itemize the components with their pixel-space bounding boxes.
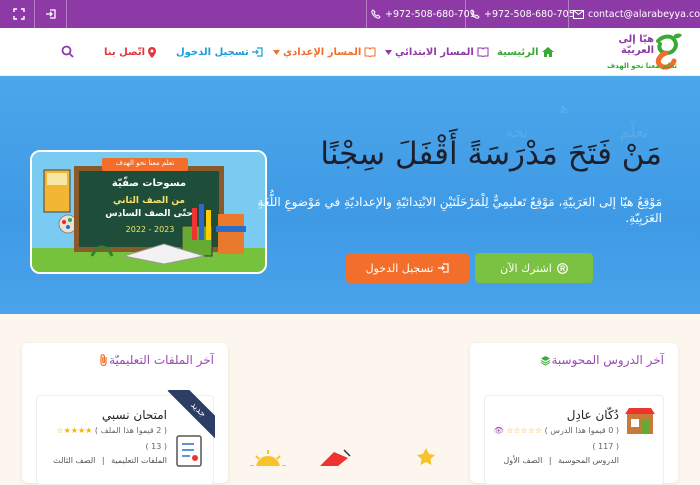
rating-stars-icon: ☆☆☆☆☆ xyxy=(506,426,543,435)
star-illustration xyxy=(417,448,435,465)
board-line-3: حتّى الصف السادس xyxy=(105,209,193,219)
main-header: اتّصل بنا تسجيل الدخول المسار الإعدادي ا… xyxy=(0,28,700,76)
login-icon xyxy=(251,47,263,57)
file-title[interactable]: امتحان نسبي xyxy=(102,408,167,422)
eye-icon: 👁 xyxy=(493,426,504,435)
paperclip-icon xyxy=(100,354,107,366)
background-pattern: ﻫ xyxy=(560,98,569,117)
chevron-down-icon xyxy=(273,49,280,55)
shop-thumbnail xyxy=(625,408,655,434)
logo-slogan: تعلم معنا نحو الهدف xyxy=(607,62,677,70)
hero-login-button-label: تسجيل الدخول xyxy=(365,261,434,275)
file-tag-grade[interactable]: الصف الثالث xyxy=(53,456,95,465)
registered-icon xyxy=(556,262,568,274)
latest-files-panel: آخر الملفات التعليميّة جديد امتحان نسبي … xyxy=(22,343,228,485)
phone-link-1[interactable]: +972-508-680-705 xyxy=(470,0,575,28)
latest-files-title-text: آخر الملفات التعليميّة xyxy=(109,353,214,367)
latest-lessons-title: آخر الدروس المحوسبة xyxy=(535,353,664,367)
login-icon xyxy=(438,263,449,273)
file-views: ( 13 ) xyxy=(145,442,167,451)
subscribe-button-label: اشترك الآن xyxy=(500,261,552,275)
board-tag: تعلم معنا نحو الهدف xyxy=(115,159,175,167)
board-year: 2022 - 2023 xyxy=(125,225,175,234)
phone-icon xyxy=(371,9,381,19)
board-line-2: من الصف الثاني xyxy=(113,196,185,206)
email-link[interactable]: contact@alarabeyya.com xyxy=(573,0,700,28)
file-rating-text: ( 2 قيموا هذا الملف ) xyxy=(94,426,167,435)
email-text: contact@alarabeyya.com xyxy=(588,8,700,20)
logo-name: هيّا إلى العربيّة xyxy=(618,34,654,56)
sun-illustration xyxy=(250,450,286,466)
nav-home-label: الرئيسية xyxy=(497,46,539,58)
top-bar: +972-508-680-701 +972-508-680-705 contac… xyxy=(0,0,700,28)
site-logo[interactable]: هيّا إلى العربيّة تعلم معنا نحو الهدف xyxy=(600,31,690,73)
promo-board-image[interactable]: تعلم معنا نحو الهدف مسوحات صفّيّة من الص… xyxy=(30,150,267,274)
lesson-title[interactable]: دُكّان عادِل xyxy=(567,408,619,422)
phone-icon xyxy=(470,9,480,19)
book-icon xyxy=(364,47,376,57)
document-icon xyxy=(176,435,202,467)
nav-home[interactable]: الرئيسية xyxy=(497,28,554,76)
file-tag-category[interactable]: الملفات التعليمية xyxy=(111,456,167,465)
kite-illustration xyxy=(320,449,351,466)
latest-lessons-title-text: آخر الدروس المحوسبة xyxy=(551,353,664,367)
nav-primary-track[interactable]: المسار الابتدائي xyxy=(385,28,489,76)
phone-text-2: +972-508-680-701 xyxy=(385,8,476,20)
phone-text-1: +972-508-680-705 xyxy=(484,8,575,20)
rating-stars-icon: ★★★★☆ xyxy=(56,426,93,435)
latest-lessons-panel: آخر الدروس المحوسبة دُكّان عادِل ( 0 قيم… xyxy=(470,343,678,485)
hero-title: مَنْ فَتَحَ مَدْرَسَةً أَقْفَلَ سِجْنًا xyxy=(320,136,662,172)
nav-prep-track[interactable]: المسار الإعدادي xyxy=(273,28,376,76)
nav-prep-track-label: المسار الإعدادي xyxy=(283,46,362,58)
file-rating: ( 2 قيموا هذا الملف ) ★★★★☆ xyxy=(56,426,167,435)
board-line-1: مسوحات صفّيّة xyxy=(111,178,187,189)
lesson-tags: الدروس المحوسبة | الصف الأول xyxy=(503,456,619,465)
lesson-rating: ( 0 قيموا هذا الدرس ) ☆☆☆☆☆ 👁 xyxy=(493,426,619,435)
fullscreen-icon[interactable] xyxy=(8,4,30,24)
book-icon xyxy=(477,47,489,57)
nav-contact-label: اتّصل بنا xyxy=(104,46,146,58)
nav-primary-track-label: المسار الابتدائي xyxy=(395,46,474,58)
nav-contact[interactable]: اتّصل بنا xyxy=(104,28,157,76)
map-marker-icon xyxy=(148,46,157,58)
hero-description: مَوْقِعُ هيّا إلى العَرَبيّةِ، مَوْقِعٌ … xyxy=(257,195,663,225)
nav-login[interactable]: تسجيل الدخول xyxy=(176,28,263,76)
lesson-card[interactable]: دُكّان عادِل ( 0 قيموا هذا الدرس ) ☆☆☆☆☆… xyxy=(484,395,664,485)
lesson-views: ( 117 ) xyxy=(592,442,619,451)
hero-login-button[interactable]: تسجيل الدخول xyxy=(346,253,469,283)
search-icon xyxy=(61,45,74,58)
phone-link-2[interactable]: +972-508-680-701 xyxy=(371,0,476,28)
layers-icon xyxy=(541,355,551,366)
search-button[interactable] xyxy=(54,38,80,64)
chevron-down-icon xyxy=(385,49,392,55)
file-tags: الملفات التعليمية | الصف الثالث xyxy=(53,456,167,465)
lesson-tag-category[interactable]: الدروس المحوسبة xyxy=(558,456,619,465)
nav-login-label: تسجيل الدخول xyxy=(176,46,249,58)
file-card[interactable]: جديد امتحان نسبي ( 2 قيموا هذا الملف ) ★… xyxy=(36,390,215,485)
login-icon[interactable] xyxy=(40,4,62,24)
subscribe-button[interactable]: اشترك الآن xyxy=(475,253,593,283)
latest-files-title: آخر الملفات التعليميّة xyxy=(94,353,214,367)
hero-section: نخه تعلّم ﻫ تعلم معنا نحو الهدف مسوحات ص… xyxy=(0,76,700,314)
lesson-tag-grade[interactable]: الصف الأول xyxy=(503,456,542,465)
lesson-rating-text: ( 0 قيموا هذا الدرس ) xyxy=(544,426,619,435)
home-icon xyxy=(541,47,554,57)
envelope-icon xyxy=(573,9,584,19)
new-ribbon-label: جديد xyxy=(167,390,215,440)
